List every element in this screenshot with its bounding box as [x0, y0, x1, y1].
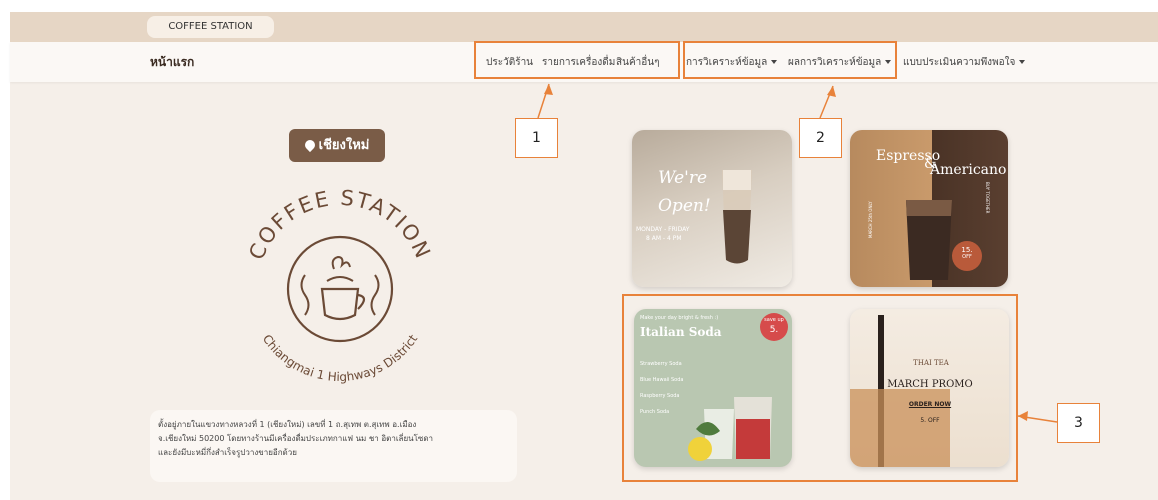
- caret-down-icon: [1019, 60, 1026, 64]
- map-pin-icon: [302, 137, 317, 153]
- description-line: และยังมีบะหมี่กึ่งสำเร็จรูปวางขายอีกด้วย: [158, 448, 297, 457]
- card2-title3: Americano: [930, 162, 1007, 178]
- card1-line4: 8 AM - 4 PM: [646, 235, 682, 242]
- nav-dropdown-label: แบบประเมินความพึงพอใจ: [903, 57, 1016, 68]
- card2-badge2: OFF: [962, 254, 972, 260]
- logo-arc-bottom-text: Chiangmai 1 Highways District: [260, 332, 421, 384]
- nav-dropdown-satisfaction-survey[interactable]: แบบประเมินความพึงพอใจ: [903, 55, 1026, 70]
- highlight-box-2: [683, 41, 897, 79]
- card1-line3: MONDAY - FRIDAY: [636, 226, 690, 233]
- highlight-box-1: [474, 41, 680, 79]
- browser-tab[interactable]: COFFEE STATION: [147, 16, 274, 38]
- description-line: จ.เชียงใหม่ 50200 โดยทางร้านมีเครื่องดื่…: [158, 434, 434, 443]
- browser-tab-strip: COFFEE STATION: [10, 12, 1158, 42]
- card2-side-left: MARCH 25th ONLY: [868, 201, 873, 238]
- callout-2: 2: [799, 118, 842, 158]
- promo-card-open-hours[interactable]: We're Open! MONDAY - FRIDAY 8 AM - 4 PM: [632, 130, 792, 287]
- logo-arc-top-text: COFFEE STATION: [244, 186, 435, 264]
- coffee-station-logo: COFFEE STATION Chiangmai 1 Highways Dist…: [244, 186, 435, 384]
- highlight-box-3: [622, 294, 1018, 482]
- callout-3: 3: [1057, 403, 1100, 443]
- promo-card-espresso-americano[interactable]: Espresso & Americano MARCH 25th ONLY BUY…: [850, 130, 1008, 287]
- shop-description: ตั้งอยู่ภายในแขวงทางหลวงที่ 1 (เชียงใหม่…: [150, 410, 517, 482]
- nav-brand-home[interactable]: หน้าแรก: [150, 53, 194, 72]
- location-label: เชียงใหม่: [318, 138, 370, 153]
- location-badge: เชียงใหม่: [289, 129, 385, 162]
- card1-line1: We're: [658, 168, 708, 188]
- iced-coffee-illustration: [722, 170, 752, 264]
- callout-1: 1: [515, 118, 558, 158]
- card1-line2: Open!: [658, 196, 711, 216]
- card2-badge1: 15.: [961, 246, 973, 254]
- card2-side-right: BUY TOGETHER: [985, 182, 990, 214]
- description-line: ตั้งอยู่ภายในแขวงทางหลวงที่ 1 (เชียงใหม่…: [158, 420, 417, 429]
